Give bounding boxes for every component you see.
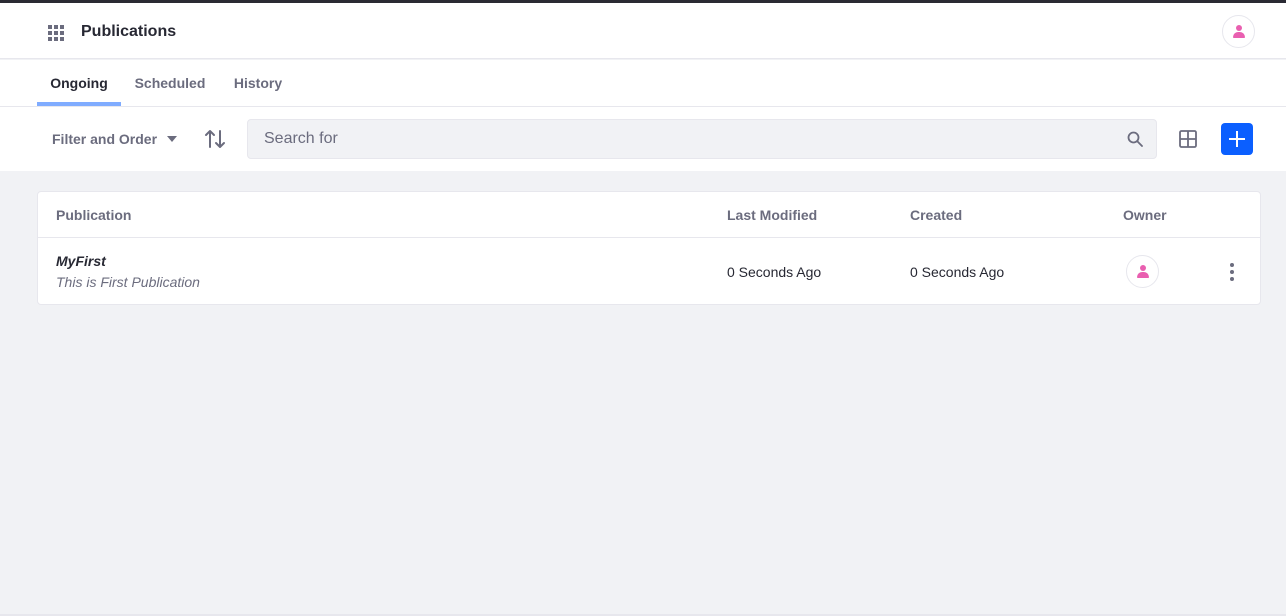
tab-scheduled[interactable]: Scheduled	[128, 60, 212, 106]
filter-and-order-label: Filter and Order	[52, 131, 158, 147]
publication-description: This is First Publication	[56, 274, 200, 290]
last-modified-value: 0 Seconds Ago	[727, 264, 822, 280]
publications-table: Publication Last Modified Created Owner …	[37, 191, 1261, 305]
search-icon[interactable]	[1127, 131, 1143, 147]
tab-history[interactable]: History	[224, 60, 292, 106]
user-icon	[1136, 264, 1150, 279]
created-value: 0 Seconds Ago	[910, 264, 1005, 280]
search-input[interactable]	[248, 120, 1108, 158]
publication-name[interactable]: MyFirst	[56, 253, 106, 269]
table-header: Publication Last Modified Created Owner	[38, 192, 1260, 238]
tab-ongoing[interactable]: Ongoing	[37, 60, 121, 106]
table-row[interactable]: MyFirst This is First Publication 0 Seco…	[38, 238, 1260, 305]
column-header-created: Created	[910, 207, 963, 223]
column-header-publication: Publication	[56, 207, 132, 223]
sort-order-icon[interactable]	[204, 128, 226, 150]
management-toolbar: Filter and Order	[0, 107, 1286, 171]
column-header-owner: Owner	[1123, 207, 1167, 223]
card-view-icon[interactable]	[1178, 129, 1198, 149]
filter-and-order-button[interactable]: Filter and Order	[52, 129, 178, 149]
user-icon	[1232, 24, 1246, 39]
tab-bar: Ongoing Scheduled History	[0, 60, 1286, 107]
page-title: Publications	[81, 23, 177, 40]
caret-down-icon	[167, 136, 178, 142]
column-header-last-modified: Last Modified	[727, 207, 818, 223]
search-box	[247, 119, 1157, 159]
apps-grid-icon[interactable]	[48, 25, 66, 41]
owner-avatar	[1126, 255, 1159, 288]
app-header: Publications	[0, 3, 1286, 59]
user-avatar-button[interactable]	[1222, 15, 1255, 48]
more-actions-icon[interactable]	[1224, 263, 1240, 281]
add-publication-button[interactable]	[1221, 123, 1253, 155]
